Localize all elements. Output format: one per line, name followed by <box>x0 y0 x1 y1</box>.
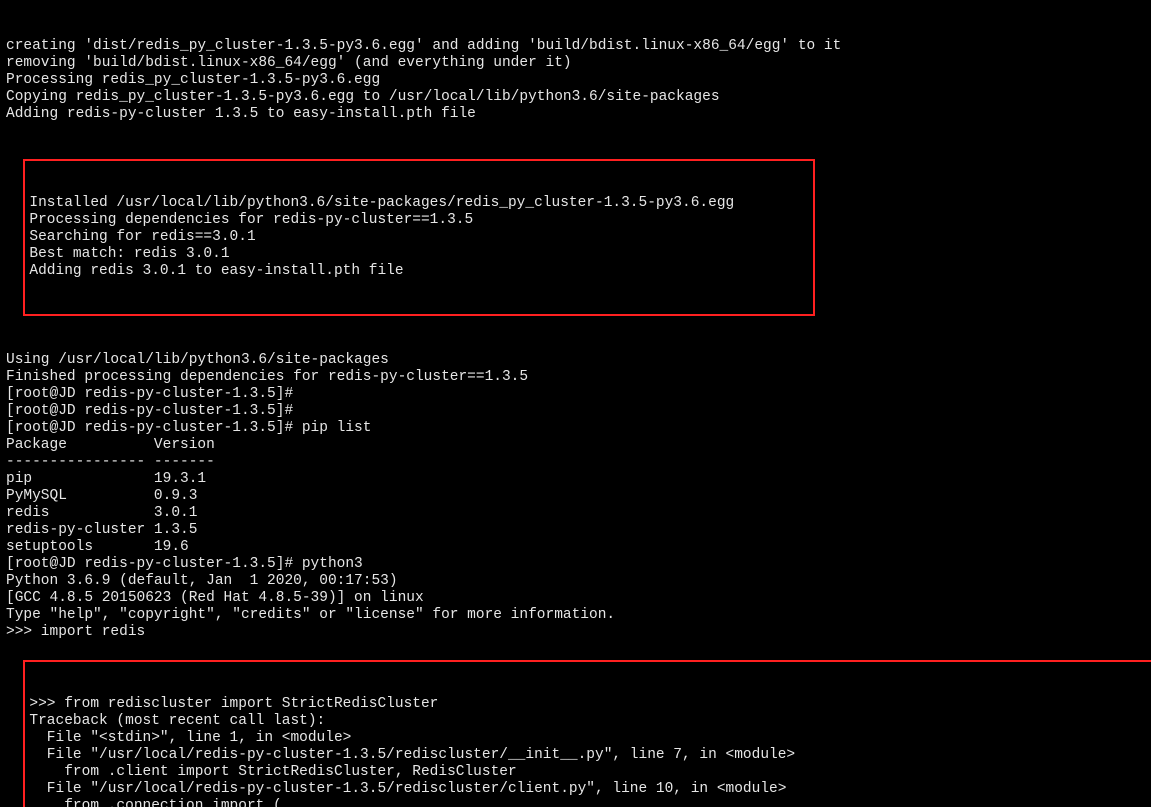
terminal-line: [root@JD redis-py-cluster-1.3.5]# <box>6 386 1145 403</box>
terminal-line: Type "help", "copyright", "credits" or "… <box>6 607 1145 624</box>
highlight-box-error: >>> from rediscluster import StrictRedis… <box>23 660 1151 807</box>
terminal-line: Adding redis-py-cluster 1.3.5 to easy-in… <box>6 106 1145 123</box>
terminal-line: setuptools 19.6 <box>6 539 1145 556</box>
terminal-line <box>6 335 1145 352</box>
terminal-line: Searching for redis==3.0.1 <box>29 229 809 246</box>
terminal-line: Using /usr/local/lib/python3.6/site-pack… <box>6 352 1145 369</box>
output-pre: creating 'dist/redis_py_cluster-1.3.5-py… <box>6 38 1145 140</box>
highlight-box-install: Installed /usr/local/lib/python3.6/site-… <box>23 159 815 316</box>
terminal-line: >>> from rediscluster import StrictRedis… <box>29 696 1151 713</box>
terminal-line: Package Version <box>6 437 1145 454</box>
terminal-line: [root@JD redis-py-cluster-1.3.5]# python… <box>6 556 1145 573</box>
output-mid: Using /usr/local/lib/python3.6/site-pack… <box>6 335 1145 641</box>
terminal-window[interactable]: creating 'dist/redis_py_cluster-1.3.5-py… <box>0 0 1151 807</box>
terminal-line: Processing dependencies for redis-py-clu… <box>29 212 809 229</box>
terminal-line: Processing redis_py_cluster-1.3.5-py3.6.… <box>6 72 1145 89</box>
terminal-line: File "/usr/local/redis-py-cluster-1.3.5/… <box>29 781 1151 798</box>
terminal-line: Installed /usr/local/lib/python3.6/site-… <box>29 195 809 212</box>
terminal-line: PyMySQL 0.9.3 <box>6 488 1145 505</box>
terminal-line: Finished processing dependencies for red… <box>6 369 1145 386</box>
terminal-line: Python 3.6.9 (default, Jan 1 2020, 00:17… <box>6 573 1145 590</box>
terminal-line: [GCC 4.8.5 20150623 (Red Hat 4.8.5-39)] … <box>6 590 1145 607</box>
terminal-line: from .connection import ( <box>29 798 1151 807</box>
terminal-line: Traceback (most recent call last): <box>29 713 1151 730</box>
terminal-line: [root@JD redis-py-cluster-1.3.5]# <box>6 403 1145 420</box>
terminal-line: redis-py-cluster 1.3.5 <box>6 522 1145 539</box>
terminal-line: ---------------- ------- <box>6 454 1145 471</box>
terminal-line: pip 19.3.1 <box>6 471 1145 488</box>
terminal-line: Best match: redis 3.0.1 <box>29 246 809 263</box>
terminal-line: Copying redis_py_cluster-1.3.5-py3.6.egg… <box>6 89 1145 106</box>
terminal-line: File "<stdin>", line 1, in <module> <box>29 730 1151 747</box>
terminal-line: redis 3.0.1 <box>6 505 1145 522</box>
terminal-line: removing 'build/bdist.linux-x86_64/egg' … <box>6 55 1145 72</box>
terminal-line: from .client import StrictRedisCluster, … <box>29 764 1151 781</box>
terminal-line <box>6 123 1145 140</box>
terminal-line: Adding redis 3.0.1 to easy-install.pth f… <box>29 263 809 280</box>
terminal-line: [root@JD redis-py-cluster-1.3.5]# pip li… <box>6 420 1145 437</box>
terminal-line: creating 'dist/redis_py_cluster-1.3.5-py… <box>6 38 1145 55</box>
terminal-line: File "/usr/local/redis-py-cluster-1.3.5/… <box>29 747 1151 764</box>
terminal-line: >>> import redis <box>6 624 1145 641</box>
